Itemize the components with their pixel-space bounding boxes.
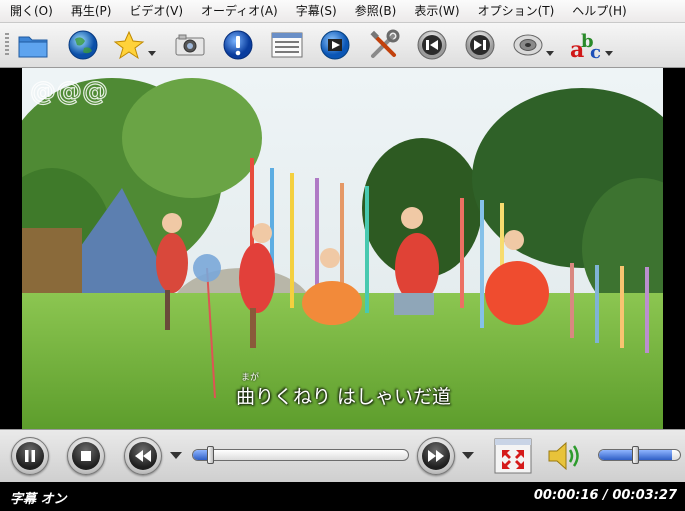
dvd-menu-button[interactable] bbox=[318, 28, 352, 62]
subtitle-button[interactable]: a b c bbox=[569, 28, 603, 62]
camera-icon bbox=[175, 34, 205, 56]
fast-forward-icon bbox=[428, 450, 444, 462]
menu-view[interactable]: 表示(W) bbox=[404, 0, 467, 23]
fast-forward-button[interactable] bbox=[417, 437, 455, 475]
stop-button[interactable] bbox=[67, 437, 105, 475]
pause-button[interactable] bbox=[11, 437, 49, 475]
star-icon bbox=[113, 30, 145, 60]
next-icon bbox=[465, 30, 495, 60]
screenshot-button[interactable] bbox=[173, 28, 207, 62]
menu-browse[interactable]: 参照(B) bbox=[345, 0, 405, 23]
dvd-icon bbox=[320, 30, 350, 60]
menu-play[interactable]: 再生(P) bbox=[61, 0, 120, 23]
pause-icon bbox=[25, 450, 35, 462]
menu-options[interactable]: オプション(T) bbox=[468, 0, 563, 23]
subtitle-status: 字幕 オン bbox=[10, 492, 67, 507]
folder-icon bbox=[18, 36, 48, 58]
time-display: 00:00:16 / 00:03:27 bbox=[533, 488, 677, 503]
subtitle-text: 曲りくねり はしゃいだ道 bbox=[236, 386, 452, 408]
menu-help[interactable]: ヘルプ(H) bbox=[562, 0, 634, 23]
fullscreen-icon bbox=[494, 438, 532, 474]
status-bar: 字幕 オン 00:00:16 / 00:03:27 bbox=[0, 482, 685, 511]
properties-button[interactable] bbox=[221, 28, 255, 62]
seek-handle[interactable] bbox=[207, 446, 215, 464]
favorites-button[interactable] bbox=[112, 28, 146, 62]
chevron-down-icon[interactable] bbox=[546, 51, 554, 56]
video-frame: @@@ bbox=[22, 68, 663, 429]
video-display[interactable]: @@@ まが 曲りくねり はしゃいだ道 bbox=[22, 68, 663, 429]
tools-icon bbox=[370, 29, 400, 58]
previous-icon bbox=[417, 30, 447, 60]
stop-icon bbox=[81, 451, 91, 461]
rewind-button[interactable] bbox=[124, 437, 162, 475]
rewind-icon bbox=[135, 450, 151, 462]
volume-handle[interactable] bbox=[631, 446, 639, 464]
control-bar bbox=[0, 429, 685, 482]
preferences-button[interactable] bbox=[367, 28, 401, 62]
playlist-button[interactable] bbox=[270, 28, 304, 62]
chevron-down-icon[interactable] bbox=[605, 51, 613, 56]
audio-track-button[interactable] bbox=[511, 28, 545, 62]
seek-bar[interactable] bbox=[192, 449, 409, 461]
speaker-icon bbox=[548, 441, 579, 471]
open-file-button[interactable] bbox=[16, 28, 50, 62]
chevron-down-icon[interactable] bbox=[462, 452, 474, 459]
playlist-icon bbox=[271, 32, 303, 58]
menu-bar: 開く(O) 再生(P) ビデオ(V) オーディオ(A) 字幕(S) 参照(B) … bbox=[0, 0, 685, 23]
svg-text:c: c bbox=[590, 42, 601, 61]
toolbar: a b c bbox=[0, 23, 685, 68]
menu-open[interactable]: 開く(O) bbox=[0, 0, 61, 23]
chevron-down-icon[interactable] bbox=[148, 51, 156, 56]
svg-text:@@@: @@@ bbox=[30, 77, 108, 107]
fullscreen-button[interactable] bbox=[494, 438, 532, 474]
previous-button[interactable] bbox=[415, 28, 449, 62]
next-button[interactable] bbox=[463, 28, 497, 62]
volume-slider[interactable] bbox=[598, 449, 681, 461]
open-url-button[interactable] bbox=[66, 28, 100, 62]
subtitle-icon: a b c bbox=[570, 31, 601, 61]
menu-audio[interactable]: オーディオ(A) bbox=[191, 0, 286, 23]
info-icon bbox=[223, 30, 253, 60]
mute-button[interactable] bbox=[546, 439, 586, 473]
chevron-down-icon[interactable] bbox=[170, 452, 182, 459]
menu-video[interactable]: ビデオ(V) bbox=[119, 0, 191, 23]
toolbar-grip[interactable] bbox=[5, 33, 9, 57]
globe-icon bbox=[68, 30, 98, 60]
menu-subtitles[interactable]: 字幕(S) bbox=[286, 0, 345, 23]
audio-track-icon bbox=[513, 34, 543, 56]
